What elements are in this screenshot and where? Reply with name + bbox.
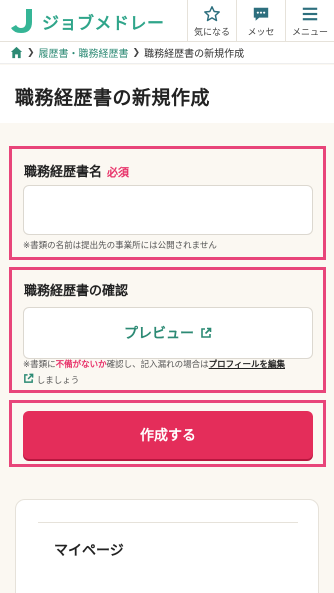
mypage-link[interactable]: マイページ <box>54 540 124 560</box>
breadcrumb-link[interactable]: 履歴書・職務経歴書 <box>39 45 129 60</box>
nav-messages-label: メッセ <box>247 27 275 38</box>
required-badge: 必須 <box>107 166 130 179</box>
logo[interactable]: ジョブメドレー <box>8 6 165 36</box>
nav-favorites-label: 気になる <box>193 27 230 38</box>
confirm-label: 職務経歴書の確認 <box>24 284 129 299</box>
name-label-text: 職務経歴書名 <box>24 165 103 180</box>
breadcrumb: ❯ 履歴書・職務経歴書 ❯ 職務経歴書の新規作成 <box>0 42 334 64</box>
preview-label: プレビュー <box>124 326 194 342</box>
mypage-card: マイページ <box>15 499 319 593</box>
confirm-note: ※書類に不備がないか確認し、記入漏れの場合はプロフィールを編集 しましょう <box>23 358 319 389</box>
external-link-icon <box>201 327 212 338</box>
header-nav: 気になる メッセ メニュー <box>187 0 334 42</box>
star-icon <box>204 5 220 21</box>
chevron-right-icon: ❯ <box>132 47 141 58</box>
breadcrumb-current: 職務経歴書の新規作成 <box>144 49 245 60</box>
logo-mark-icon <box>11 9 32 33</box>
document-name-input[interactable] <box>23 185 313 235</box>
name-label: 職務経歴書名 必須 <box>24 161 129 180</box>
nav-messages[interactable]: メッセ <box>236 0 285 42</box>
name-section: 職務経歴書名 必須 ※書類の名前は提出先の事業所には公開されません <box>9 146 326 260</box>
create-section: 作成する <box>9 400 326 467</box>
note-emphasis: 不備がないか <box>55 360 107 370</box>
chevron-right-icon: ❯ <box>27 47 35 58</box>
confirm-section: 職務経歴書の確認 プレビュー ※書類に不備がないか確認し、記入漏れの場合はプロフ… <box>9 267 326 393</box>
divider <box>38 522 298 523</box>
home-icon[interactable] <box>10 46 23 59</box>
hamburger-icon <box>302 7 318 20</box>
edit-profile-link[interactable]: プロフィールを編集 <box>209 360 285 370</box>
note-suffix: しましょう <box>36 376 80 386</box>
nav-menu[interactable]: メニュー <box>285 0 334 42</box>
create-button-label: 作成する <box>140 428 196 444</box>
title-area: 職務経歴書の新規作成 <box>0 65 334 123</box>
preview-button[interactable]: プレビュー <box>23 307 313 359</box>
logo-text: ジョブメドレー <box>42 13 165 34</box>
chat-icon <box>253 7 269 21</box>
note-prefix: ※書類に <box>23 360 56 370</box>
nav-menu-label: メニュー <box>291 27 328 38</box>
name-note: ※書類の名前は提出先の事業所には公開されません <box>23 241 217 251</box>
external-link-icon <box>24 373 34 383</box>
note-middle: 確認し、記入漏れの場合は <box>106 360 209 370</box>
create-button[interactable]: 作成する <box>23 411 313 459</box>
site-header: ジョブメドレー 気になる メッセ メニュー <box>0 0 334 42</box>
page-title: 職務経歴書の新規作成 <box>15 87 211 109</box>
nav-favorites[interactable]: 気になる <box>187 0 236 42</box>
